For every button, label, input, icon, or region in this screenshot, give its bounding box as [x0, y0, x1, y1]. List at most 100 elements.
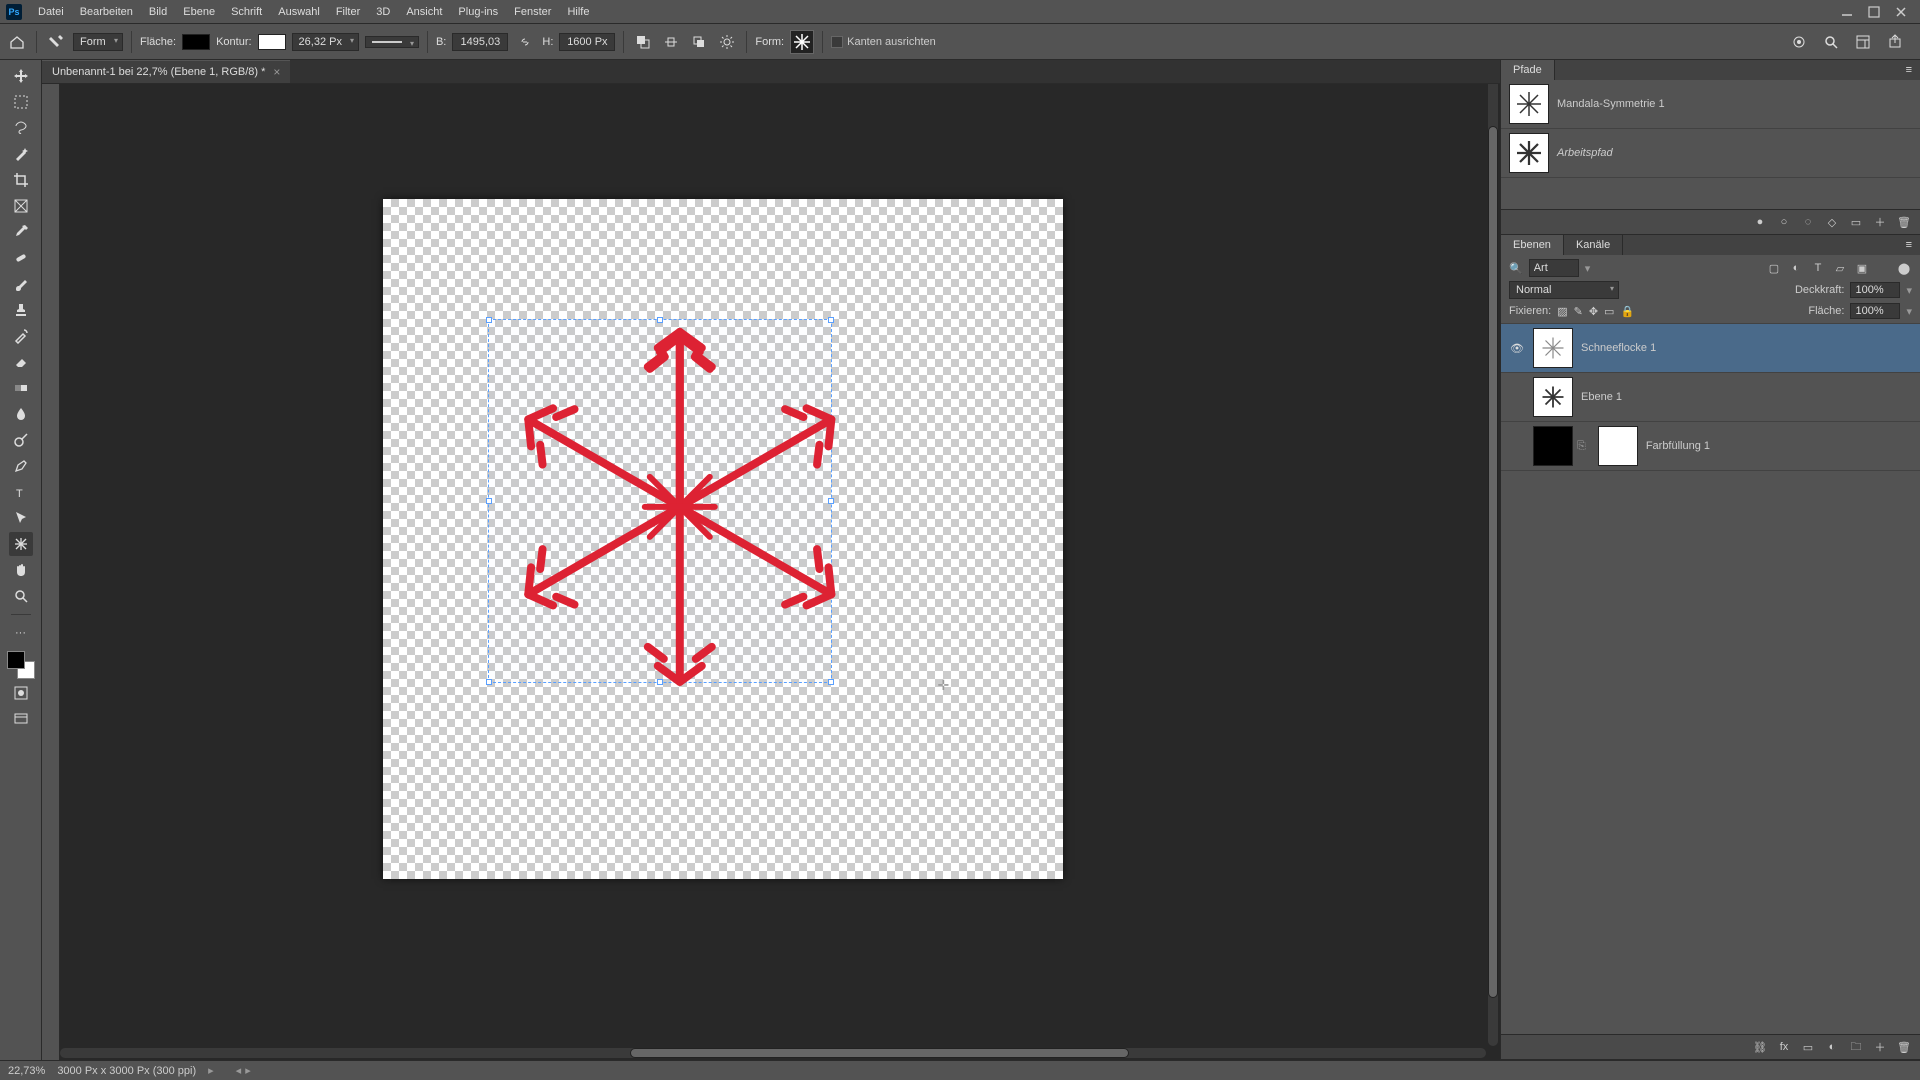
lock-position-icon[interactable]: ✥ — [1589, 305, 1598, 318]
search-icon[interactable] — [1820, 31, 1842, 53]
stroke-width-input[interactable]: 26,32 Px — [292, 33, 359, 51]
marquee-tool[interactable] — [9, 90, 33, 114]
filter-shape-icon[interactable]: ▱ — [1832, 260, 1848, 276]
document-tab[interactable]: Unbenannt-1 bei 22,7% (Ebene 1, RGB/8) *… — [42, 60, 290, 83]
zoom-level[interactable]: 22,73% — [8, 1065, 45, 1077]
brush-tool[interactable] — [9, 272, 33, 296]
link-wh-icon[interactable] — [514, 31, 536, 53]
new-path-icon[interactable]: ＋ — [1872, 214, 1888, 230]
menu-image[interactable]: Bild — [141, 0, 175, 24]
info-arrow-icon[interactable]: ▸ — [208, 1064, 214, 1077]
layer-mask-thumb[interactable] — [1598, 426, 1638, 466]
wand-tool[interactable] — [9, 142, 33, 166]
type-tool[interactable]: T — [9, 480, 33, 504]
scrollbar-vertical[interactable] — [1488, 78, 1498, 1046]
prev-icon[interactable]: ◂ — [236, 1064, 242, 1077]
cloud-docs-icon[interactable] — [1788, 31, 1810, 53]
menu-3d[interactable]: 3D — [368, 0, 398, 24]
lock-transparency-icon[interactable]: ▨ — [1557, 305, 1567, 318]
stamp-tool[interactable] — [9, 298, 33, 322]
path-select-tool[interactable] — [9, 506, 33, 530]
add-mask-icon[interactable]: ▭ — [1800, 1039, 1816, 1055]
zoom-tool[interactable] — [9, 584, 33, 608]
path-options-gear-icon[interactable] — [716, 31, 738, 53]
history-brush-tool[interactable] — [9, 324, 33, 348]
screenmode-icon[interactable] — [9, 707, 33, 731]
menu-select[interactable]: Auswahl — [270, 0, 328, 24]
color-swatches[interactable] — [7, 651, 35, 679]
blur-tool[interactable] — [9, 402, 33, 426]
home-icon[interactable] — [6, 31, 28, 53]
filter-image-icon[interactable]: ▢ — [1766, 260, 1782, 276]
chevron-down-icon[interactable]: ▾ — [1585, 262, 1591, 275]
link-layers-icon[interactable]: ⛓ — [1752, 1039, 1768, 1055]
canvas-area[interactable]: -1800-1600-1400-1200-1000-800-600-400-20… — [42, 60, 1500, 1060]
next-icon[interactable]: ▸ — [245, 1064, 251, 1077]
panel-menu-icon[interactable]: ≡ — [1898, 235, 1920, 255]
frame-tool[interactable] — [9, 194, 33, 218]
shape-picker[interactable] — [790, 30, 814, 54]
layer-item-ebene1[interactable]: Ebene 1 — [1501, 373, 1920, 422]
layers-tab[interactable]: Ebenen — [1501, 235, 1564, 255]
crop-tool[interactable] — [9, 168, 33, 192]
menu-file[interactable]: Datei — [30, 0, 72, 24]
eraser-tool[interactable] — [9, 350, 33, 374]
delete-path-icon[interactable]: 🗑 — [1896, 214, 1912, 230]
quickmask-icon[interactable] — [9, 681, 33, 705]
window-maximize-button[interactable] — [1861, 3, 1887, 21]
chevron-down-icon[interactable]: ▾ — [1906, 305, 1912, 318]
shape-tool[interactable] — [9, 532, 33, 556]
filter-adjust-icon[interactable]: ◐ — [1788, 260, 1804, 276]
edit-toolbar-icon[interactable]: ··· — [9, 621, 33, 645]
menu-view[interactable]: Ansicht — [398, 0, 450, 24]
chevron-down-icon[interactable]: ▾ — [1906, 284, 1912, 297]
layer-item-schneeflocke[interactable]: 👁 Schneeflocke 1 — [1501, 324, 1920, 373]
stroke-swatch[interactable] — [258, 34, 286, 50]
filter-smart-icon[interactable]: ▣ — [1854, 260, 1870, 276]
share-icon[interactable] — [1884, 31, 1906, 53]
ruler-vertical[interactable] — [42, 78, 60, 1060]
stroke-path-icon[interactable]: ○ — [1776, 214, 1792, 230]
path-item-mandala[interactable]: Mandala-Symmetrie 1 — [1501, 80, 1920, 129]
lock-pixels-icon[interactable]: ✎ — [1574, 305, 1583, 318]
document-canvas[interactable]: ✛ — [383, 199, 1063, 879]
layer-filter-input[interactable] — [1529, 259, 1579, 277]
hand-tool[interactable] — [9, 558, 33, 582]
channels-tab[interactable]: Kanäle — [1564, 235, 1623, 255]
move-tool[interactable] — [9, 64, 33, 88]
blend-mode-dropdown[interactable]: Normal — [1509, 281, 1619, 299]
eyedropper-tool[interactable] — [9, 220, 33, 244]
menu-layer[interactable]: Ebene — [175, 0, 223, 24]
scrollbar-horizontal[interactable] — [60, 1048, 1486, 1058]
new-group-icon[interactable]: 🗀 — [1848, 1039, 1864, 1055]
panel-menu-icon[interactable]: ≡ — [1898, 60, 1920, 80]
tool-preset-icon[interactable] — [45, 31, 67, 53]
fill-opacity-input[interactable]: 100% — [1850, 303, 1900, 319]
lasso-tool[interactable] — [9, 116, 33, 140]
path-alignment-icon[interactable] — [660, 31, 682, 53]
menu-window[interactable]: Fenster — [506, 0, 559, 24]
filter-toggle-icon[interactable]: ⬤ — [1896, 260, 1912, 276]
stroke-style-dropdown[interactable] — [365, 36, 419, 48]
doc-info[interactable]: 3000 Px x 3000 Px (300 ppi) — [57, 1065, 196, 1077]
menu-filter[interactable]: Filter — [328, 0, 368, 24]
dodge-tool[interactable] — [9, 428, 33, 452]
layer-style-icon[interactable]: fx — [1776, 1039, 1792, 1055]
visibility-toggle[interactable]: 👁 — [1509, 342, 1525, 355]
heal-tool[interactable] — [9, 246, 33, 270]
filter-type-icon[interactable]: T — [1810, 260, 1826, 276]
height-input[interactable]: 1600 Px — [559, 33, 615, 51]
window-minimize-button[interactable] — [1834, 3, 1860, 21]
new-adjustment-icon[interactable]: ◐ — [1824, 1039, 1840, 1055]
menu-plugins[interactable]: Plug-ins — [450, 0, 506, 24]
opacity-input[interactable]: 100% — [1850, 282, 1900, 298]
path-to-selection-icon[interactable]: ◌ — [1800, 214, 1816, 230]
menu-type[interactable]: Schrift — [223, 0, 270, 24]
lock-artboard-icon[interactable]: ▭ — [1604, 305, 1614, 318]
shape-mode-dropdown[interactable]: Form — [73, 33, 123, 51]
align-edges-checkbox[interactable]: Kanten ausrichten — [831, 36, 936, 48]
layer-item-farbfuellung[interactable]: ⎘ Farbfüllung 1 — [1501, 422, 1920, 471]
new-layer-icon[interactable]: ＋ — [1872, 1039, 1888, 1055]
selection-to-path-icon[interactable]: ◇ — [1824, 214, 1840, 230]
path-operations-icon[interactable] — [632, 31, 654, 53]
